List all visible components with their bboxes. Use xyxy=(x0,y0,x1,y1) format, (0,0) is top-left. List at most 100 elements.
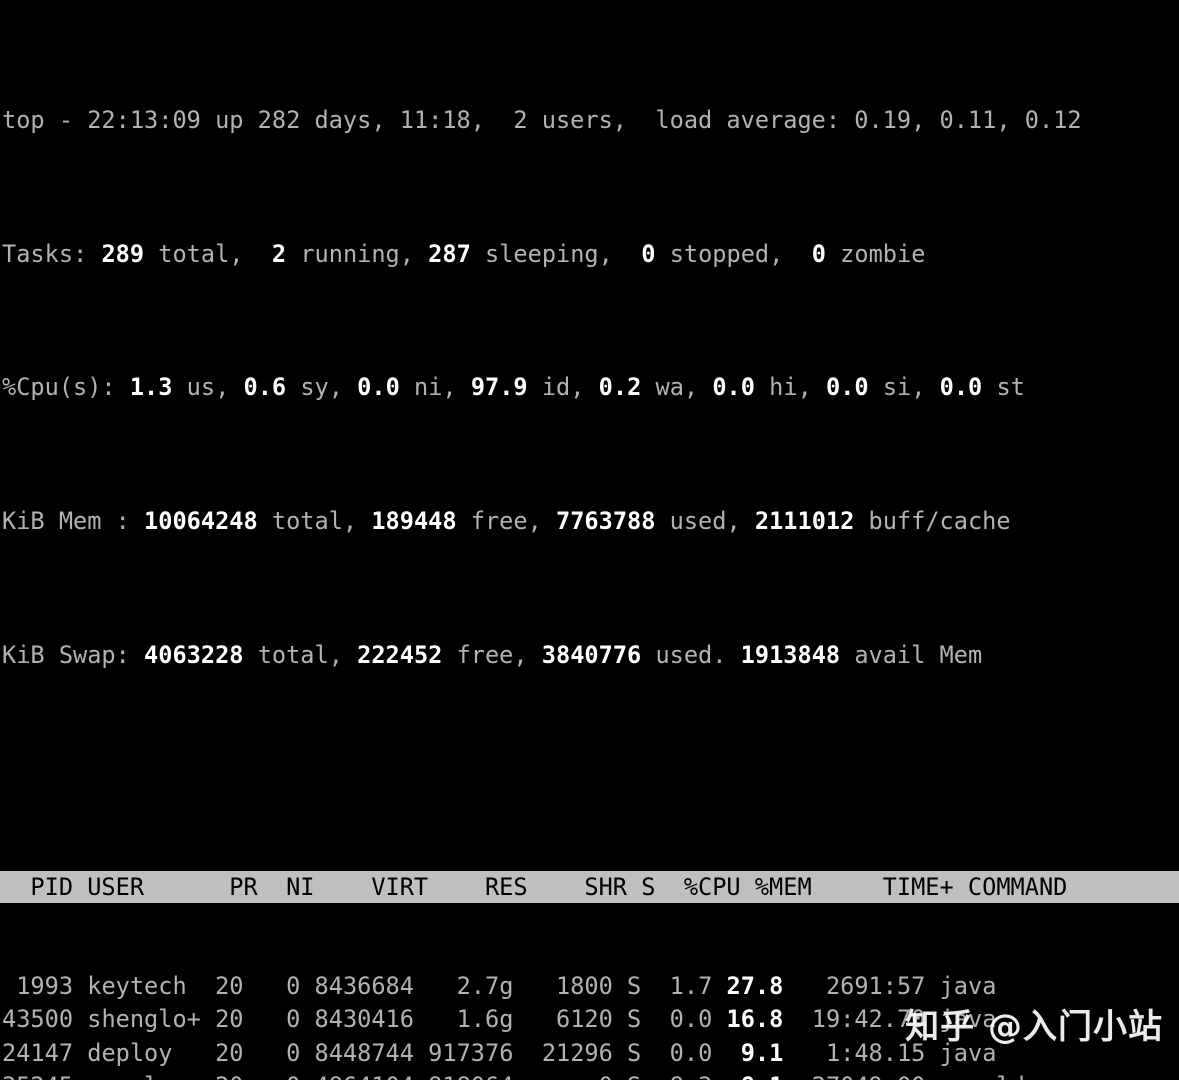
cell-cpu: 0.0 xyxy=(641,1005,713,1034)
cell-pid: 1993 xyxy=(2,971,74,1000)
process-table-header[interactable]: PID USER PR NI VIRT RES SHR S %CPU %MEM … xyxy=(0,871,1179,904)
cell-virt: 4864104 xyxy=(300,1072,414,1080)
swap-used-value: 3840776 xyxy=(541,640,642,669)
mem-free-label: free, xyxy=(456,507,556,536)
cpu-label: %Cpu(s): xyxy=(2,373,130,402)
cell-virt: 8430416 xyxy=(300,1005,414,1034)
table-row[interactable]: 24147 deploy 20 0 8448744 917376 21296 S… xyxy=(0,1037,1179,1070)
cell-state: S xyxy=(612,971,642,1000)
tasks-stopped-label: stopped, xyxy=(655,239,812,268)
cell-cpu: 1.7 xyxy=(641,971,713,1000)
process-table-body: 1993 keytech 20 0 8436684 2.7g 1800 S 1.… xyxy=(0,970,1179,1080)
cell-command: java xyxy=(925,1005,997,1034)
swap-free-label: free, xyxy=(442,640,542,669)
cpu-ni-value: 0.0 xyxy=(357,373,400,402)
table-row[interactable]: 43500 shenglo+ 20 0 8430416 1.6g 6120 S … xyxy=(0,1003,1179,1036)
table-row[interactable]: 1993 keytech 20 0 8436684 2.7g 1800 S 1.… xyxy=(0,970,1179,1003)
swap-used-label: used. xyxy=(641,640,741,669)
mem-buff-label: buff/cache xyxy=(854,507,1011,536)
cell-pr: 20 xyxy=(215,1005,244,1034)
tasks-stopped-value: 0 xyxy=(641,239,656,268)
summary-line-mem: KiB Mem : 10064248 total, 189448 free, 7… xyxy=(0,505,1179,538)
cell-res: 818064 xyxy=(414,1072,513,1080)
cell-ni: 0 xyxy=(243,971,301,1000)
cell-res: 917376 xyxy=(413,1038,514,1067)
cell-time: 2691:57 xyxy=(783,971,926,1000)
tasks-sleeping-label: sleeping, xyxy=(470,239,642,268)
cell-res: 2.7g xyxy=(413,971,514,1000)
summary-line-swap: KiB Swap: 4063228 total, 222452 free, 38… xyxy=(0,639,1179,672)
cpu-id-label: id, xyxy=(527,373,599,402)
cpu-st-value: 0.0 xyxy=(939,373,983,402)
cell-state: S xyxy=(612,1005,642,1034)
cell-user: keytech xyxy=(73,971,216,1000)
cell-pr: 20 xyxy=(215,971,244,1000)
swap-avail-value: 1913848 xyxy=(740,640,841,669)
swap-total-label: total, xyxy=(243,640,358,669)
cell-ni: 0 xyxy=(243,1005,301,1034)
cell-ni: 0 xyxy=(244,1072,300,1080)
cpu-hi-label: hi, xyxy=(754,373,826,402)
cpu-st-label: st xyxy=(982,373,1025,402)
tasks-sleeping-value: 287 xyxy=(428,239,471,268)
tasks-zombie-value: 0 xyxy=(811,239,826,268)
mem-used-label: used, xyxy=(655,507,755,536)
cell-virt: 8436684 xyxy=(300,971,414,1000)
cell-res: 1.6g xyxy=(413,1005,514,1034)
cell-command: java xyxy=(925,971,997,1000)
cell-virt: 8448744 xyxy=(300,1038,414,1067)
cell-time: 1:48.15 xyxy=(783,1038,926,1067)
cpu-us-value: 1.3 xyxy=(129,373,173,402)
cell-time: 19:42.70 xyxy=(783,1005,926,1034)
cell-user: deploy xyxy=(73,1038,216,1067)
cell-shr: 0 xyxy=(513,1072,613,1080)
cpu-id-value: 97.9 xyxy=(470,373,528,402)
cpu-wa-value: 0.2 xyxy=(598,373,642,402)
cell-pid: 24147 xyxy=(2,1038,74,1067)
cell-command: mysqld xyxy=(925,1072,1025,1080)
tasks-running-value: 2 xyxy=(271,239,287,268)
tasks-running-label: running, xyxy=(286,239,429,268)
mem-total-value: 10064248 xyxy=(144,507,258,536)
cell-shr: 1800 xyxy=(513,971,613,1000)
cell-pr: 20 xyxy=(215,1072,243,1080)
cell-mem: 27.8 xyxy=(712,971,784,1000)
swap-avail-label: avail Mem xyxy=(840,640,983,669)
cpu-sy-label: sy, xyxy=(286,373,358,402)
cell-pid: 43500 xyxy=(2,1005,74,1034)
terminal-screen: top - 22:13:09 up 282 days, 11:18, 2 use… xyxy=(0,0,1179,1080)
cell-user: mysql xyxy=(73,1072,215,1080)
cpu-ni-label: ni, xyxy=(399,373,471,402)
summary-line-tasks: Tasks: 289 total, 2 running, 287 sleepin… xyxy=(0,238,1179,271)
swap-free-value: 222452 xyxy=(357,640,443,669)
mem-free-value: 189448 xyxy=(371,507,457,536)
cell-cpu: 8.3 xyxy=(641,1072,713,1080)
swap-label: KiB Swap: xyxy=(2,640,145,669)
uptime-text: top - 22:13:09 up 282 days, 11:18, 2 use… xyxy=(2,106,1082,135)
swap-total-value: 4063228 xyxy=(144,640,244,669)
top-summary-block: top - 22:13:09 up 282 days, 11:18, 2 use… xyxy=(0,0,1179,772)
mem-buff-value: 2111012 xyxy=(754,507,855,536)
cpu-wa-label: wa, xyxy=(641,373,713,402)
cell-state: S xyxy=(613,1072,641,1080)
cell-shr: 6120 xyxy=(513,1005,613,1034)
cell-mem: 9.1 xyxy=(712,1038,784,1067)
summary-line-uptime: top - 22:13:09 up 282 days, 11:18, 2 use… xyxy=(0,104,1179,137)
cell-pid: 35245 xyxy=(2,1072,73,1080)
tasks-label: Tasks: xyxy=(2,239,102,268)
mem-label: KiB Mem : xyxy=(2,507,145,536)
tasks-total-value: 289 xyxy=(101,239,145,268)
cell-user: shenglo+ xyxy=(73,1005,216,1034)
cell-ni: 0 xyxy=(243,1038,301,1067)
cell-command: java xyxy=(925,1038,997,1067)
cpu-us-label: us, xyxy=(172,373,244,402)
cell-mem: 16.8 xyxy=(712,1005,784,1034)
cell-state: S xyxy=(612,1038,642,1067)
mem-total-label: total, xyxy=(257,507,372,536)
table-row[interactable]: 35245 mysql 20 0 4864104 818064 0 S 8.3 … xyxy=(0,1070,1179,1080)
tasks-total-label: total, xyxy=(144,239,272,268)
cell-mem: 8.1 xyxy=(712,1072,784,1080)
tasks-zombie-label: zombie xyxy=(825,239,926,268)
cpu-hi-value: 0.0 xyxy=(712,373,755,402)
cpu-si-value: 0.0 xyxy=(825,373,869,402)
